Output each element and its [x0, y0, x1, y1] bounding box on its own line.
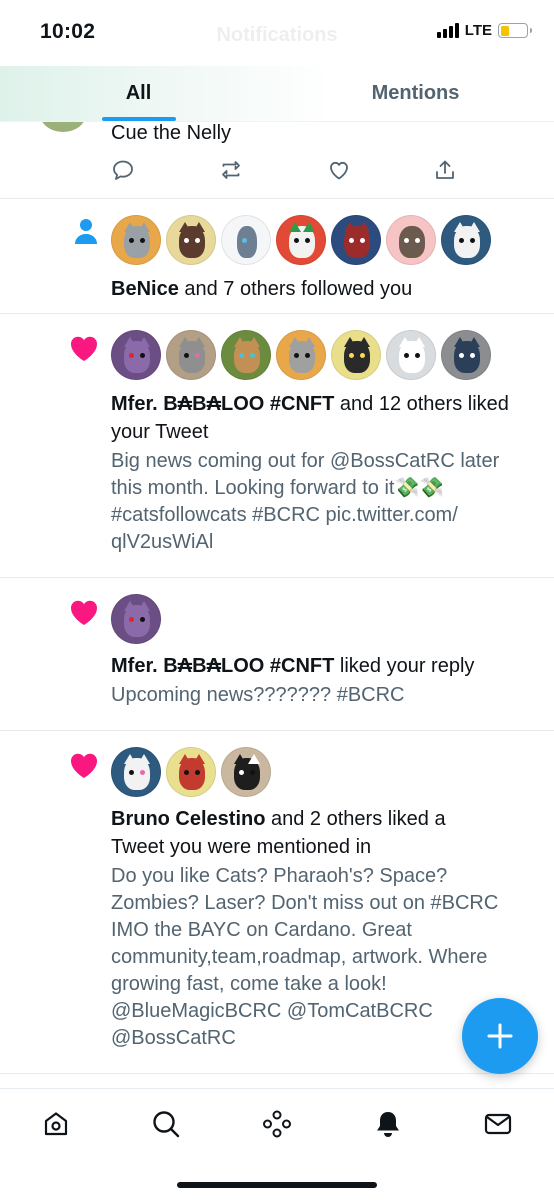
avatar[interactable]	[111, 215, 161, 265]
like-icon[interactable]	[327, 158, 351, 182]
list-item[interactable]: Cue the Nelly	[0, 122, 554, 199]
avatar[interactable]	[111, 594, 161, 644]
compose-tweet-button[interactable]	[462, 998, 538, 1074]
avatar[interactable]	[111, 330, 161, 380]
tab-all-label: All	[125, 82, 152, 104]
tweet-preview: Do you like Cats? Pharaoh's? Space? Zomb…	[111, 865, 499, 1049]
notification-text: Mfer. B₳B₳LOO #CNFT and 12 others liked …	[111, 393, 509, 443]
liker-avatars	[111, 594, 161, 644]
avatar[interactable]	[331, 330, 381, 380]
search-icon[interactable]	[151, 1109, 181, 1139]
tweet-actions	[111, 158, 461, 182]
battery-icon	[498, 23, 532, 38]
tab-active-indicator	[101, 117, 176, 121]
avatar[interactable]	[40, 122, 86, 132]
messages-icon[interactable]	[483, 1109, 513, 1139]
status-bar: 10:02 Notifications LTE	[0, 0, 554, 66]
user-name[interactable]: Mfer. B₳B₳LOO #CNFT	[111, 655, 334, 677]
avatar[interactable]	[386, 330, 436, 380]
notifications-feed[interactable]: Cue the Nelly BeNice and 7 others follow…	[0, 122, 554, 1088]
home-icon[interactable]	[41, 1109, 71, 1139]
notification-text: Mfer. B₳B₳LOO #CNFT liked your reply	[111, 655, 475, 677]
user-name[interactable]: Bruno Celestino	[111, 808, 265, 830]
liker-avatars	[111, 330, 491, 380]
person-icon	[75, 219, 97, 244]
notification-tabs: All Mentions	[0, 66, 554, 122]
reply-icon[interactable]	[111, 158, 135, 182]
avatar[interactable]	[166, 747, 216, 797]
list-item[interactable]: Mfer. B₳B₳LOO #CNFT liked your reply Upc…	[0, 578, 554, 731]
spaces-icon[interactable]	[262, 1109, 292, 1139]
avatar[interactable]	[331, 215, 381, 265]
notifications-icon[interactable]	[373, 1109, 403, 1139]
notification-text: BeNice and 7 others followed you	[111, 278, 413, 300]
avatar[interactable]	[221, 747, 271, 797]
avatar[interactable]	[166, 330, 216, 380]
user-name[interactable]: BeNice	[111, 278, 179, 300]
signal-icon	[436, 23, 459, 38]
liker-avatars	[111, 747, 271, 797]
tweet-preview: Upcoming news??????? #BCRC	[111, 684, 405, 706]
plus-icon	[487, 1023, 513, 1049]
list-item[interactable]: BeNice and 7 others followed you	[0, 199, 554, 314]
avatar[interactable]	[221, 330, 271, 380]
share-icon[interactable]	[433, 158, 457, 182]
retweet-icon[interactable]	[219, 158, 243, 182]
user-name[interactable]: Mfer. B₳B₳LOO #CNFT	[111, 393, 334, 415]
follower-avatars	[111, 215, 491, 265]
tweet-text: Cue the Nelly	[111, 122, 232, 144]
avatar[interactable]	[111, 747, 161, 797]
avatar[interactable]	[386, 215, 436, 265]
notification-text: Bruno Celestino and 2 others liked a Twe…	[111, 808, 446, 858]
network-label: LTE	[464, 22, 492, 39]
heart-icon	[71, 753, 97, 778]
heart-icon	[71, 336, 97, 361]
avatar[interactable]	[441, 330, 491, 380]
list-item[interactable]: Mfer. B₳B₳LOO #CNFT and 12 others liked …	[0, 314, 554, 578]
avatar[interactable]	[276, 215, 326, 265]
tab-mentions-label: Mentions	[371, 82, 460, 104]
tweet-preview: Big news coming out for @BossCatRC later…	[111, 450, 500, 553]
home-indicator	[177, 1182, 377, 1188]
status-indicators: LTE	[436, 22, 532, 39]
avatar[interactable]	[166, 215, 216, 265]
avatar[interactable]	[221, 215, 271, 265]
avatar[interactable]	[441, 215, 491, 265]
avatar[interactable]	[276, 330, 326, 380]
tab-mentions[interactable]: Mentions	[277, 66, 554, 121]
tab-all[interactable]: All	[0, 66, 277, 121]
heart-icon	[71, 600, 97, 625]
